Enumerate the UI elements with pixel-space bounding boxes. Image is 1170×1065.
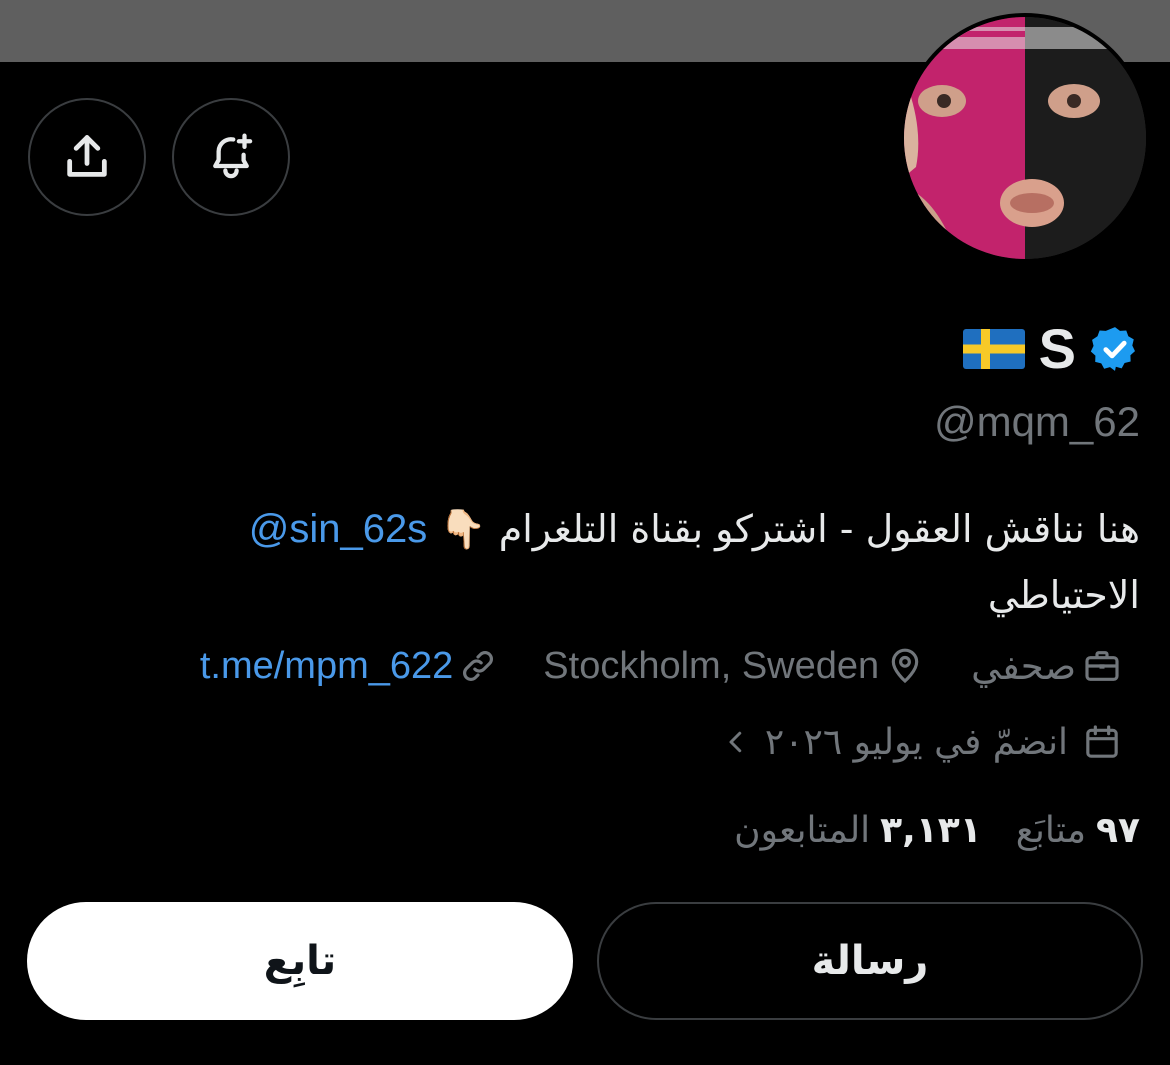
following-label: متابَع <box>1015 809 1087 851</box>
share-button[interactable] <box>28 98 146 216</box>
bio: هنا نناقش العقول - اشتركو بقناة التلغرام… <box>140 496 1140 628</box>
verified-badge-icon <box>1090 327 1135 371</box>
location-pin-icon <box>891 648 919 684</box>
bio-text: هنا نناقش العقول - اشتركو بقناة التلغرام… <box>427 507 1140 551</box>
avatar-image <box>904 17 1146 259</box>
message-button[interactable]: رسالة <box>597 902 1143 1020</box>
bio-text-continued: الاحتياطي <box>987 573 1140 617</box>
chevron-left-icon <box>729 731 742 753</box>
profile-page: S @mqm_62 هنا نناقش العقول - اشتركو بقنا… <box>0 0 1170 1065</box>
followers-stat[interactable]: ٣,١٣١المتابعون <box>734 810 982 851</box>
followers-label: المتابعون <box>734 809 871 851</box>
bell-plus-icon <box>213 133 253 179</box>
followers-count: ٣,١٣١ <box>880 809 982 851</box>
joined-row[interactable]: انضمّ في يوليو ٢٠٢٦ <box>721 712 1122 772</box>
share-icon <box>67 135 107 177</box>
follow-button[interactable]: تابِع <box>27 902 573 1020</box>
website-item[interactable]: t.me/mpm_622 <box>200 645 497 688</box>
calendar-icon <box>1086 725 1118 758</box>
joined-text: انضمّ في يوليو ٢٠٢٦ <box>764 721 1068 763</box>
briefcase-icon <box>1085 651 1119 681</box>
bio-mention-link[interactable]: @sin_62s <box>249 507 427 551</box>
location-text: Stockholm, Sweden <box>543 644 880 687</box>
notifications-button[interactable] <box>172 98 290 216</box>
link-icon <box>463 651 494 681</box>
website-link[interactable]: t.me/mpm_622 <box>200 645 453 688</box>
location-item: Stockholm, Sweden <box>543 645 925 688</box>
avatar-frame[interactable] <box>900 13 1150 263</box>
display-name: S <box>1038 317 1076 380</box>
name-row: S <box>962 317 1140 380</box>
following-count: ٩٧ <box>1096 809 1140 851</box>
category-text: صحفي <box>971 644 1076 688</box>
avatar[interactable] <box>904 17 1146 259</box>
following-stat[interactable]: ٩٧متابَع <box>1016 810 1140 851</box>
user-handle: @mqm_62 <box>933 398 1140 445</box>
follow-stats: ٩٧متابَع ٣,١٣١المتابعون <box>734 800 1140 860</box>
profile-meta-row: صحفي Stockholm, Sweden t.me/mpm_622 <box>200 636 1122 696</box>
category-item: صحفي <box>971 645 1122 688</box>
sweden-flag-icon <box>962 329 1025 369</box>
